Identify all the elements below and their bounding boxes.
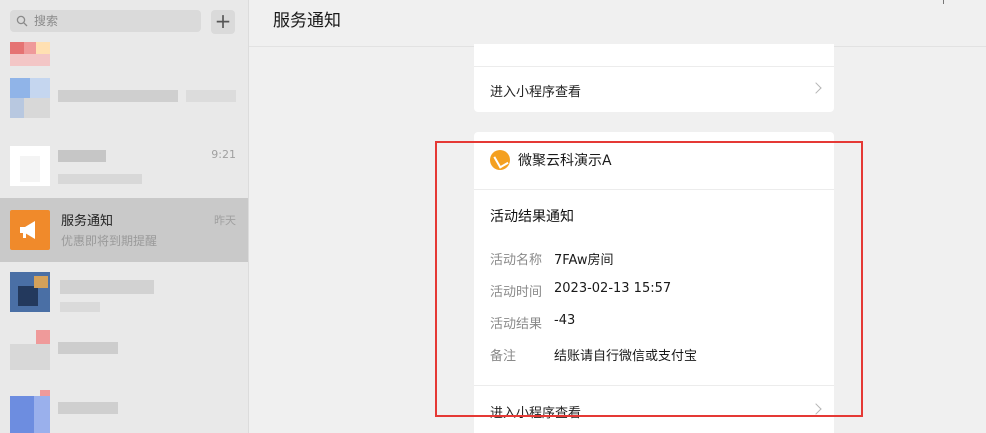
blurred-text: [186, 90, 236, 102]
add-button[interactable]: +: [211, 10, 235, 34]
blurred-text: [58, 402, 118, 414]
avatar: [10, 210, 50, 250]
open-mini-program-link[interactable]: 进入小程序查看: [474, 68, 834, 112]
blurred-text: [60, 280, 154, 294]
avatar: [10, 272, 50, 312]
link-label: 进入小程序查看: [490, 85, 582, 100]
blurred-text: [58, 174, 142, 184]
chat-item[interactable]: [0, 70, 248, 134]
avatar: [10, 330, 50, 370]
chat-name: 服务通知: [61, 214, 114, 229]
chat-item[interactable]: [0, 386, 248, 433]
avatar: [10, 390, 50, 433]
chat-item-service-notice[interactable]: 服务通知 优惠即将到期提醒 昨天: [0, 198, 248, 262]
search-placeholder: 搜索: [34, 14, 59, 28]
page-title: 服务通知: [273, 11, 341, 31]
chat-time: 9:21: [211, 148, 236, 161]
highlight-box: [435, 141, 863, 417]
previous-notice-card: 进入小程序查看: [474, 44, 834, 112]
avatar: [10, 146, 50, 186]
chat-item[interactable]: [0, 326, 248, 390]
sidebar: 搜索 + 9:21 服务通知 优惠即将到期提醒 昨天: [0, 0, 249, 433]
blurred-text: [58, 90, 178, 102]
blurred-text: [58, 150, 106, 162]
chat-item[interactable]: [0, 262, 248, 326]
chat-item[interactable]: 9:21: [0, 134, 248, 198]
blurred-text: [58, 342, 118, 354]
search-icon: [16, 15, 28, 27]
chat-time: 昨天: [214, 214, 236, 227]
search-input[interactable]: 搜索: [10, 10, 201, 32]
divider: [474, 66, 834, 67]
chevron-right-icon: [810, 82, 822, 94]
chat-preview: 优惠即将到期提醒: [61, 234, 158, 248]
chat-header: 服务通知: [249, 0, 986, 47]
avatar: [10, 78, 50, 118]
more-indicator: [943, 0, 944, 4]
blurred-text: [60, 302, 100, 312]
megaphone-icon: [20, 221, 35, 239]
